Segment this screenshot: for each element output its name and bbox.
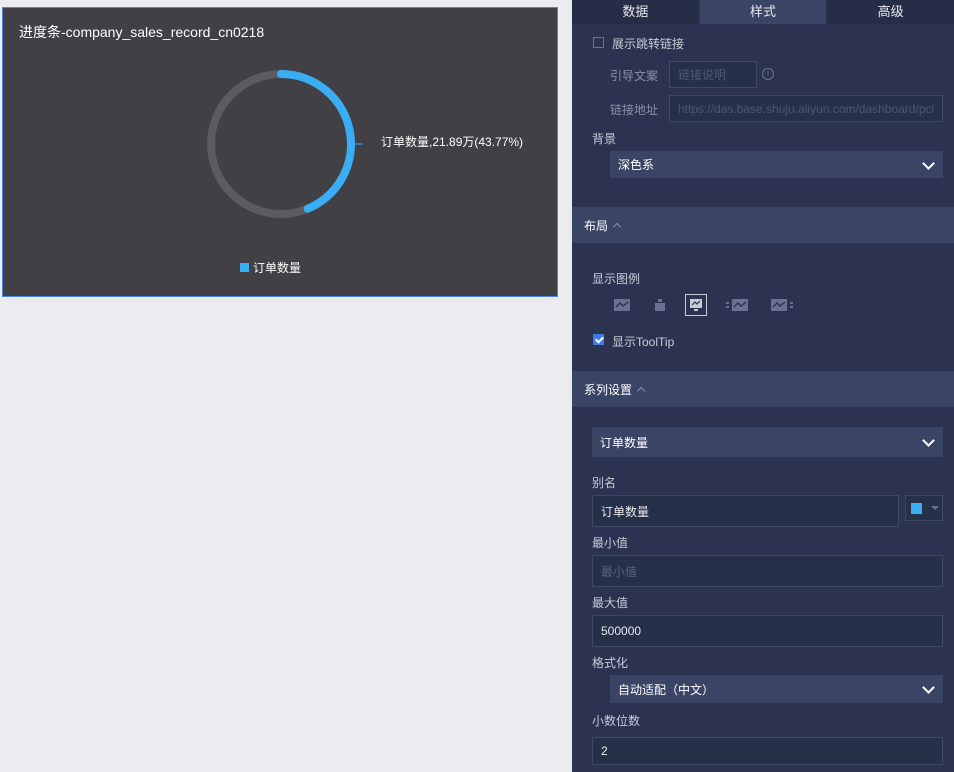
chart-card[interactable]: 进度条-company_sales_record_cn0218 订单数量,21.…	[2, 7, 558, 297]
min-placeholder: 最小值	[601, 564, 638, 579]
chevron-down-icon	[922, 434, 935, 447]
chevron-down-icon	[922, 156, 935, 170]
format-select[interactable]: 自动适配（中文）	[610, 675, 943, 703]
min-label: 最小值	[592, 536, 629, 550]
decimals-input[interactable]: 2	[592, 737, 943, 765]
layout-section-title: 布局	[584, 218, 609, 233]
legend-left-icon	[726, 299, 748, 311]
alias-value: 订单数量	[601, 504, 650, 519]
legend-none-icon	[614, 299, 630, 311]
chevron-down-icon	[922, 681, 935, 694]
progress-arc[interactable]	[277, 70, 355, 213]
max-label: 最大值	[592, 596, 629, 610]
series-section-header[interactable]: 系列设置	[572, 371, 954, 407]
guide-text-label: 引导文案	[610, 69, 659, 83]
guide-text-placeholder: 链接说明	[678, 68, 727, 82]
alias-label: 别名	[592, 476, 617, 490]
guide-text-input[interactable]: 链接说明	[669, 61, 757, 88]
info-icon[interactable]: i	[762, 68, 774, 80]
format-select-value: 自动适配（中文）	[618, 682, 715, 697]
show-link-checkbox[interactable]	[593, 37, 604, 48]
show-tooltip-checkbox[interactable]	[593, 334, 604, 345]
settings-panel: 数据 样式 高级 展示跳转链接 引导文案 链接说明 i 链接地址 https:/…	[572, 0, 954, 772]
format-label: 格式化	[592, 656, 629, 670]
min-input[interactable]: 最小值	[592, 555, 943, 587]
series-section-title: 系列设置	[584, 382, 633, 397]
series-color-picker[interactable]	[905, 495, 943, 521]
show-legend-label: 显示图例	[592, 272, 641, 286]
chevron-up-icon	[612, 222, 622, 232]
background-select[interactable]: 深色系	[610, 151, 943, 178]
link-url-label: 链接地址	[610, 103, 659, 117]
chart-legend[interactable]: 订单数量	[240, 259, 301, 276]
link-url-input[interactable]: https://das.base.shuju.aliyun.com/dashbo…	[669, 95, 943, 122]
max-value: 500000	[601, 624, 642, 638]
tab-style[interactable]: 样式	[699, 0, 827, 24]
legend-right-option[interactable]	[769, 294, 795, 316]
legend-swatch	[240, 263, 249, 272]
series-select-value: 订单数量	[600, 435, 649, 450]
tab-advanced[interactable]: 高级	[827, 0, 954, 24]
legend-none-option[interactable]	[611, 294, 633, 316]
background-label: 背景	[592, 132, 617, 146]
chevron-up-icon	[636, 386, 646, 396]
legend-left-option[interactable]	[724, 294, 750, 316]
caret-down-icon	[931, 506, 939, 510]
legend-top-icon	[655, 299, 665, 311]
legend-bottom-icon	[690, 299, 702, 311]
layout-section-header[interactable]: 布局	[572, 207, 954, 243]
tab-data[interactable]: 数据	[572, 0, 699, 24]
panel-tabs: 数据 样式 高级	[572, 0, 954, 24]
legend-right-icon	[771, 299, 793, 311]
decimals-label: 小数位数	[592, 714, 641, 728]
series-select[interactable]: 订单数量	[592, 427, 943, 457]
link-url-placeholder: https://das.base.shuju.aliyun.com/dashbo…	[678, 101, 935, 116]
legend-bottom-option[interactable]	[685, 294, 707, 316]
decimals-value: 2	[601, 744, 608, 758]
legend-label: 订单数量	[253, 261, 302, 275]
show-tooltip-label: 显示ToolTip	[612, 335, 675, 349]
color-swatch	[911, 502, 922, 514]
legend-top-option[interactable]	[649, 294, 671, 316]
alias-input[interactable]: 订单数量	[592, 495, 899, 527]
background-select-value: 深色系	[618, 158, 655, 172]
progress-ring-chart	[207, 70, 363, 218]
show-link-label: 展示跳转链接	[612, 37, 685, 51]
progress-data-label: 订单数量,21.89万(43.77%)	[381, 135, 524, 149]
max-input[interactable]: 500000	[592, 615, 943, 647]
